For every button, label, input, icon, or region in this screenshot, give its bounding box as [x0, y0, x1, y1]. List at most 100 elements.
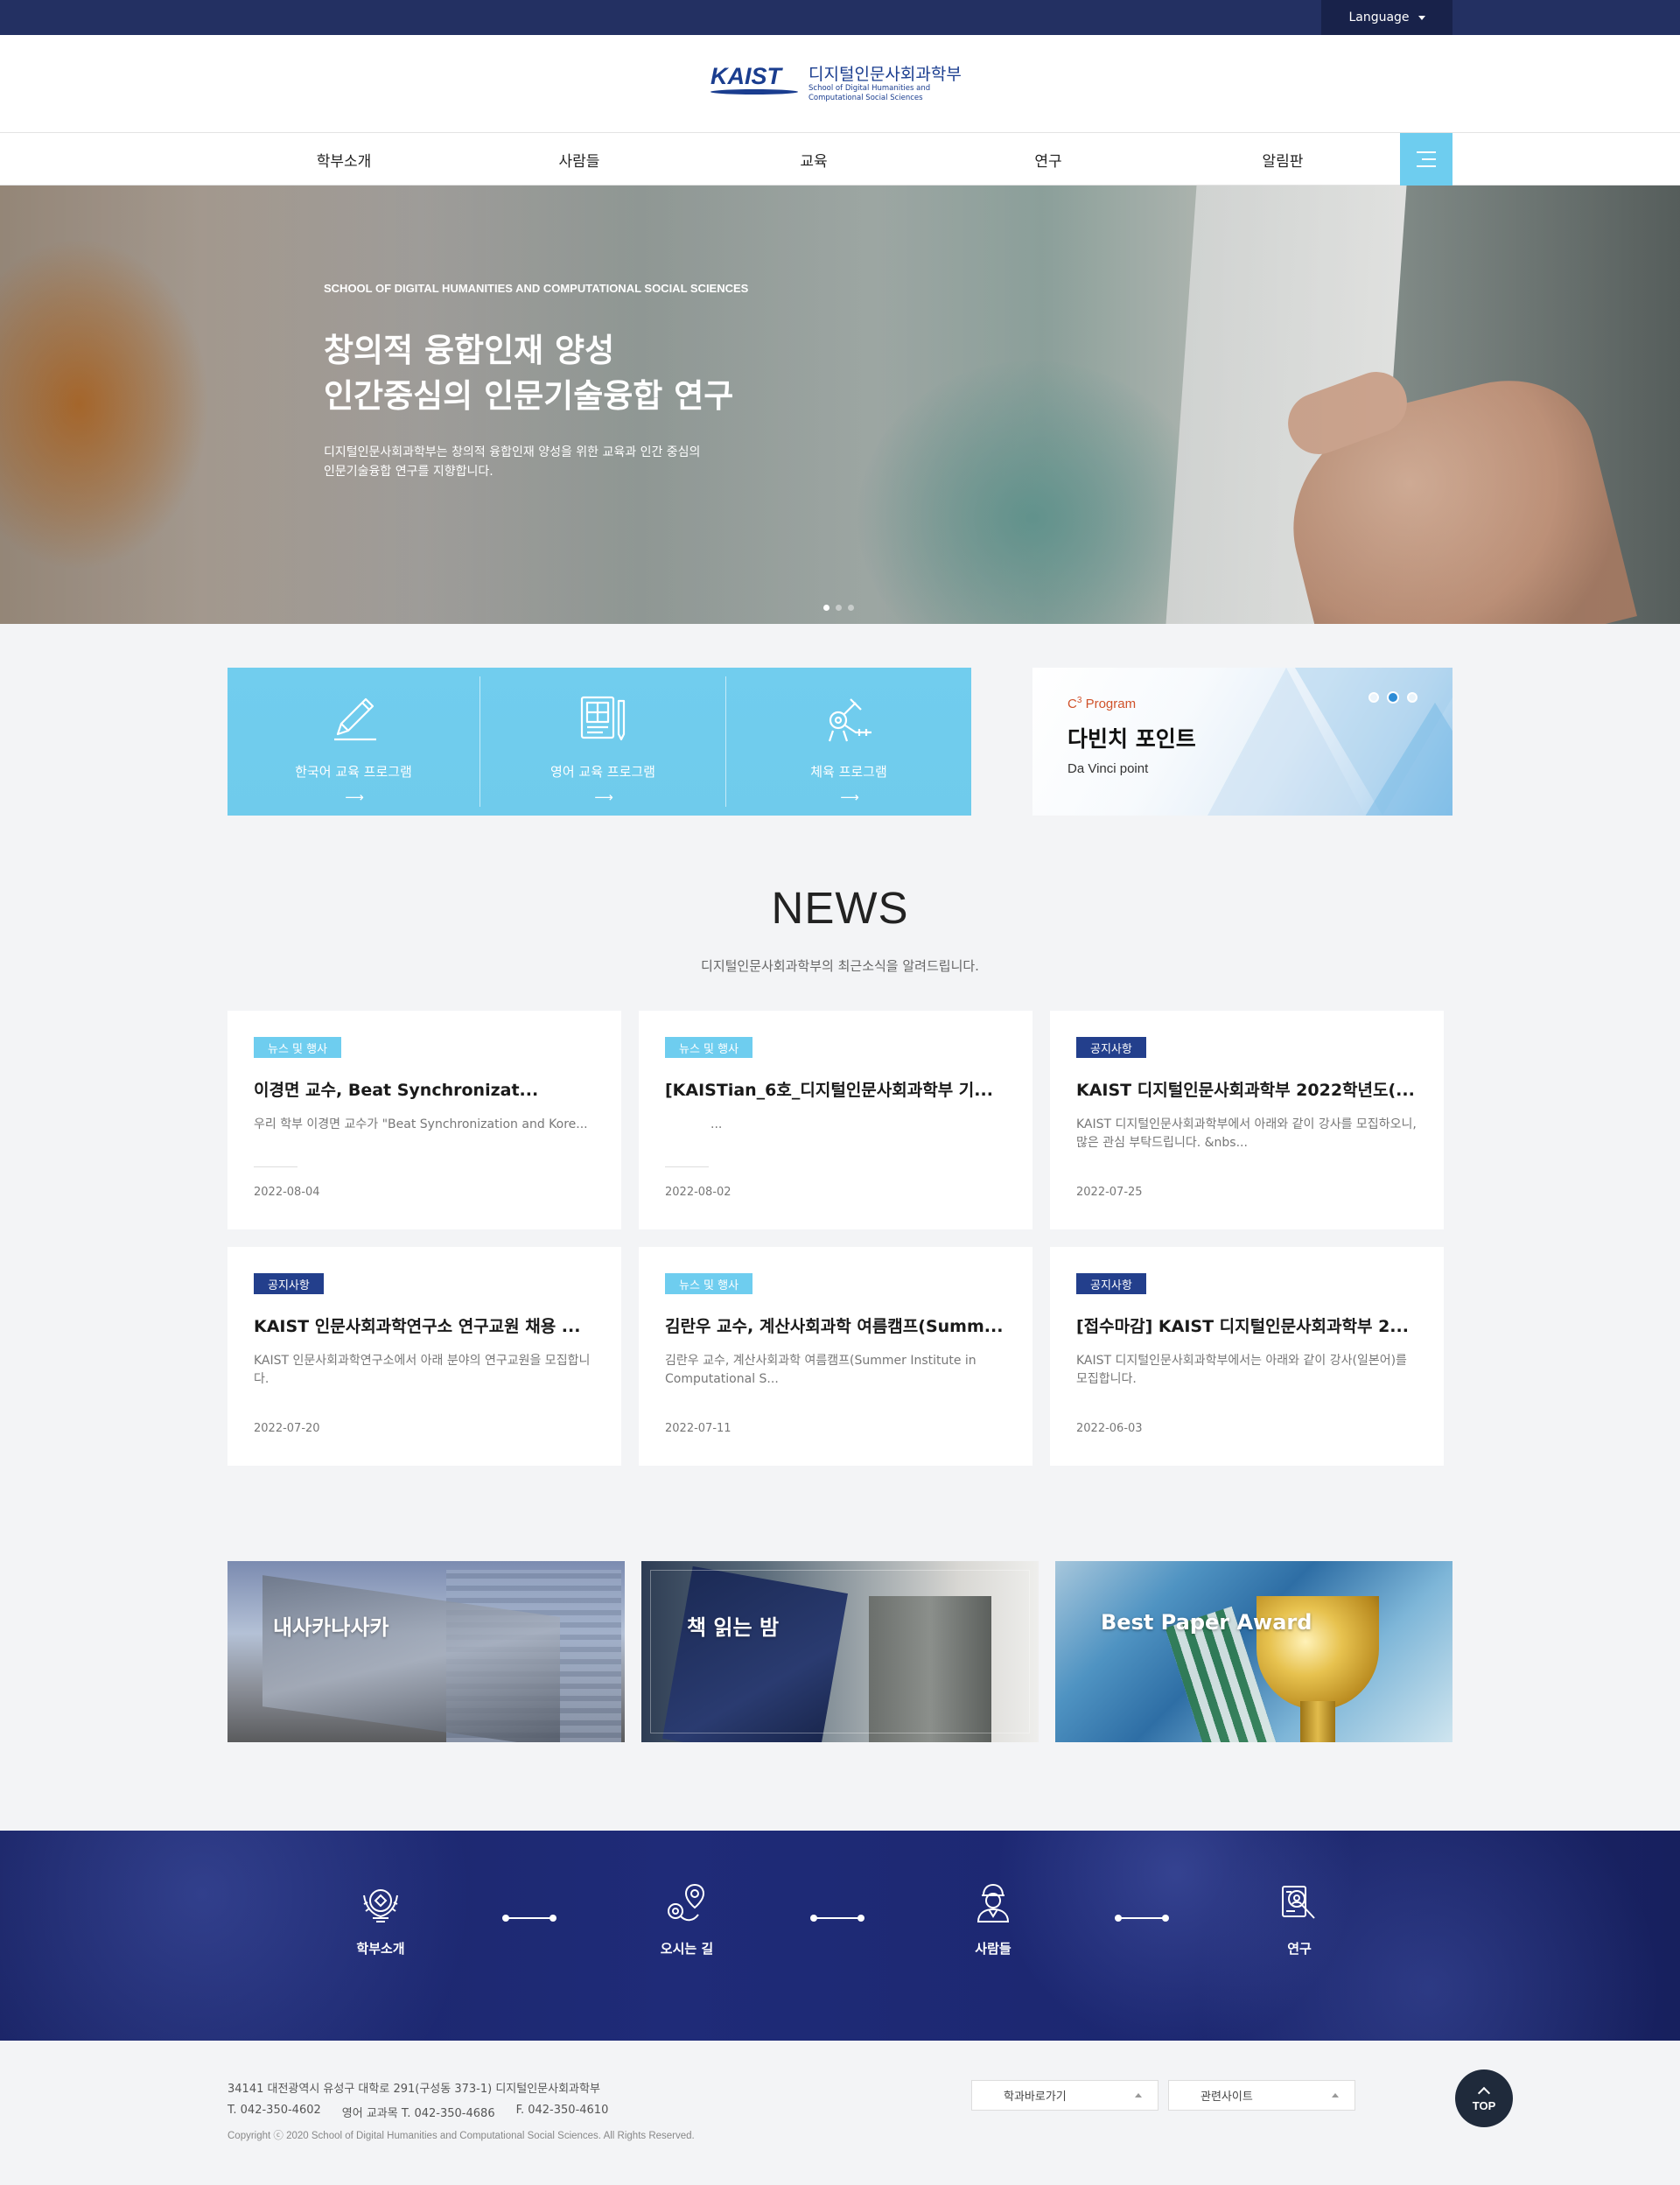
hero-slide-dot[interactable]: [823, 605, 830, 611]
related-sites-select[interactable]: 관련사이트: [1168, 2080, 1355, 2111]
news-card[interactable]: 공지사항 KAIST 디지털인문사회과학부 2022학년도(... KAIST …: [1050, 1011, 1444, 1229]
top-utility-bar: Language: [0, 0, 1680, 35]
band-item-about[interactable]: 학부소개: [328, 1880, 433, 1957]
scroll-top-button[interactable]: TOP: [1455, 2069, 1513, 2127]
news-card-excerpt: KAIST 인문사회과학연구소에서 아래 분야의 연구교원을 모집합니다.: [254, 1354, 591, 1386]
banner-label: 책 읽는 밤: [687, 1615, 780, 1640]
site-footer: 34141 대전광역시 유성구 대학로 291(구성동 373-1) 디지털인문…: [0, 2041, 1680, 2185]
c3-subtitle: Da Vinci point: [1068, 761, 1149, 776]
c3-program-banner[interactable]: C3 Program 다빈치 포인트 Da Vinci point: [1032, 668, 1452, 816]
hero-slider: SCHOOL OF DIGITAL HUMANITIES AND COMPUTA…: [0, 186, 1680, 624]
band-item-people[interactable]: 사람들: [941, 1880, 1046, 1957]
band-item-label: 사람들: [975, 1941, 1012, 1957]
news-card-title[interactable]: [접수마감] KAIST 디지털인문사회과학부 2...: [1076, 1313, 1426, 1337]
connector: [1115, 1915, 1169, 1922]
caret-up-icon: [1332, 2093, 1339, 2097]
dept-shortcut-select[interactable]: 학과바로가기: [971, 2080, 1158, 2111]
news-card-date: 2022-08-04: [254, 1186, 320, 1199]
banner-frame: [650, 1570, 1030, 1733]
category-badge: 공지사항: [1076, 1273, 1146, 1294]
caret-up-icon: [1135, 2093, 1142, 2097]
logo-english-line2: Computational Social Sciences: [808, 94, 923, 102]
news-card[interactable]: 공지사항 [접수마감] KAIST 디지털인문사회과학부 2... KAIST …: [1050, 1247, 1444, 1466]
banner-best-paper[interactable]: Best Paper Award: [1055, 1561, 1452, 1742]
research-icon: [1282, 1886, 1315, 1919]
logo-korean-name: 디지털인문사회과학부: [808, 65, 962, 84]
top-label: TOP: [1472, 2098, 1496, 2112]
divider: [254, 1166, 298, 1167]
banner-label: Best Paper Award: [1101, 1610, 1312, 1635]
banner-reading-night[interactable]: 책 읽는 밤: [641, 1561, 1039, 1742]
connector: [502, 1915, 556, 1922]
quick-link-korean[interactable]: 한국어 교육 프로그램 ⟶: [228, 668, 480, 816]
category-badge: 뉴스 및 행사: [254, 1037, 342, 1058]
hamburger-menu-button[interactable]: [1400, 133, 1452, 186]
band-item-directions[interactable]: 오시는 길: [634, 1880, 739, 1957]
hero-title-line1: 창의적 융합인재 양성: [324, 332, 615, 369]
footer-tel: T. 042-350-4602: [228, 2104, 321, 2117]
nav-item-board[interactable]: 알림판: [1195, 133, 1370, 186]
banner-naesaka[interactable]: 내사카나사카: [228, 1561, 625, 1742]
program-quick-links: 한국어 교육 프로그램 ⟶ 영어 교육 프로그램 ⟶ 체육 프로그램 ⟶: [228, 668, 971, 816]
band-item-research[interactable]: 연구: [1247, 1880, 1352, 1957]
nav-item-education[interactable]: 교육: [726, 133, 901, 186]
nav-item-people[interactable]: 사람들: [492, 133, 667, 186]
news-card-title[interactable]: [KAISTian_6호_디지털인문사회과학부 기...: [665, 1077, 1015, 1101]
c3-program-label: C3 Program: [1068, 696, 1136, 711]
news-card-date: 2022-06-03: [1076, 1422, 1143, 1435]
arrow-right-icon: ⟶: [345, 789, 363, 805]
news-card-excerpt: 김란우 교수, 계산사회과학 여름캠프(Summer Institute in …: [665, 1354, 976, 1386]
category-badge: 뉴스 및 행사: [665, 1037, 753, 1058]
news-card-date: 2022-08-02: [665, 1186, 732, 1199]
news-card[interactable]: 뉴스 및 행사 김란우 교수, 계산사회과학 여름캠프(Summ... 김란우 …: [639, 1247, 1032, 1466]
c3-label-prefix: C: [1068, 697, 1077, 711]
c3-slide-dot[interactable]: [1407, 692, 1418, 703]
divider: [665, 1166, 709, 1167]
arrow-right-icon: ⟶: [840, 789, 858, 805]
news-card-title[interactable]: KAIST 디지털인문사회과학부 2022학년도(...: [1076, 1077, 1426, 1101]
main-nav: 학부소개 사람들 교육 연구 알림판: [0, 133, 1680, 186]
quick-link-sports[interactable]: 체육 프로그램 ⟶: [726, 668, 971, 816]
c3-slide-dot[interactable]: [1387, 691, 1399, 704]
person-icon: [976, 1883, 1010, 1922]
news-card-title[interactable]: KAIST 인문사회과학연구소 연구교원 채용 ...: [254, 1313, 604, 1337]
news-card-title[interactable]: 김란우 교수, 계산사회과학 여름캠프(Summ...: [665, 1313, 1015, 1337]
c3-label-suffix: Program: [1082, 697, 1137, 711]
emblem-icon: [363, 1889, 398, 1922]
news-subheading: 디지털인문사회과학부의 최근소식을 알려드립니다.: [701, 958, 979, 974]
hero-slide-dot[interactable]: [848, 605, 854, 611]
fitness-icon: [828, 698, 872, 742]
quick-link-english[interactable]: 영어 교육 프로그램 ⟶: [480, 668, 725, 816]
news-card[interactable]: 뉴스 및 행사 이경면 교수, Beat Synchronizat... 우리 …: [228, 1011, 621, 1229]
menu-line-icon: [1422, 158, 1436, 160]
book-icon: [580, 696, 626, 741]
c3-slide-dot[interactable]: [1368, 692, 1379, 703]
category-badge: 공지사항: [1076, 1037, 1146, 1058]
language-selector[interactable]: Language: [1321, 0, 1452, 35]
news-card[interactable]: 뉴스 및 행사 [KAISTian_6호_디지털인문사회과학부 기... ...…: [639, 1011, 1032, 1229]
site-logo[interactable]: KAIST 디지털인문사회과학부 School of Digital Human…: [710, 58, 973, 110]
nav-item-research[interactable]: 연구: [961, 133, 1136, 186]
news-card-excerpt: KAIST 디지털인문사회과학부에서는 아래와 같이 강사(일본어)를 모집합니…: [1076, 1354, 1407, 1386]
news-card-excerpt: 우리 학부 이경면 교수가 "Beat Synchronization and …: [254, 1117, 588, 1131]
hero-title-line2: 인간중심의 인문기술융합 연구: [324, 377, 734, 415]
news-card[interactable]: 공지사항 KAIST 인문사회과학연구소 연구교원 채용 ... KAIST 인…: [228, 1247, 621, 1466]
category-badge: 뉴스 및 행사: [665, 1273, 753, 1294]
logo-wordmark: KAIST: [710, 63, 781, 89]
news-card-title[interactable]: 이경면 교수, Beat Synchronizat...: [254, 1077, 604, 1101]
footer-address: 34141 대전광역시 유성구 대학로 291(구성동 373-1) 디지털인문…: [228, 2083, 600, 2096]
trophy-stem: [1300, 1701, 1335, 1742]
location-icon: [668, 1883, 705, 1922]
news-card-date: 2022-07-25: [1076, 1186, 1143, 1199]
nav-item-about[interactable]: 학부소개: [256, 133, 431, 186]
hero-overlay: [0, 186, 1680, 624]
band-item-label: 연구: [1287, 1941, 1312, 1957]
category-badge: 공지사항: [254, 1273, 324, 1294]
footer-copyright: Copyright ⓒ 2020 School of Digital Human…: [228, 2131, 695, 2141]
c3-pattern: [1365, 703, 1452, 816]
chevron-up-icon: [1477, 2086, 1491, 2099]
news-card-excerpt: ...: [710, 1117, 723, 1131]
caret-down-icon: [1418, 15, 1425, 20]
hero-eyebrow: SCHOOL OF DIGITAL HUMANITIES AND COMPUTA…: [324, 282, 749, 295]
hero-slide-dot[interactable]: [836, 605, 842, 611]
